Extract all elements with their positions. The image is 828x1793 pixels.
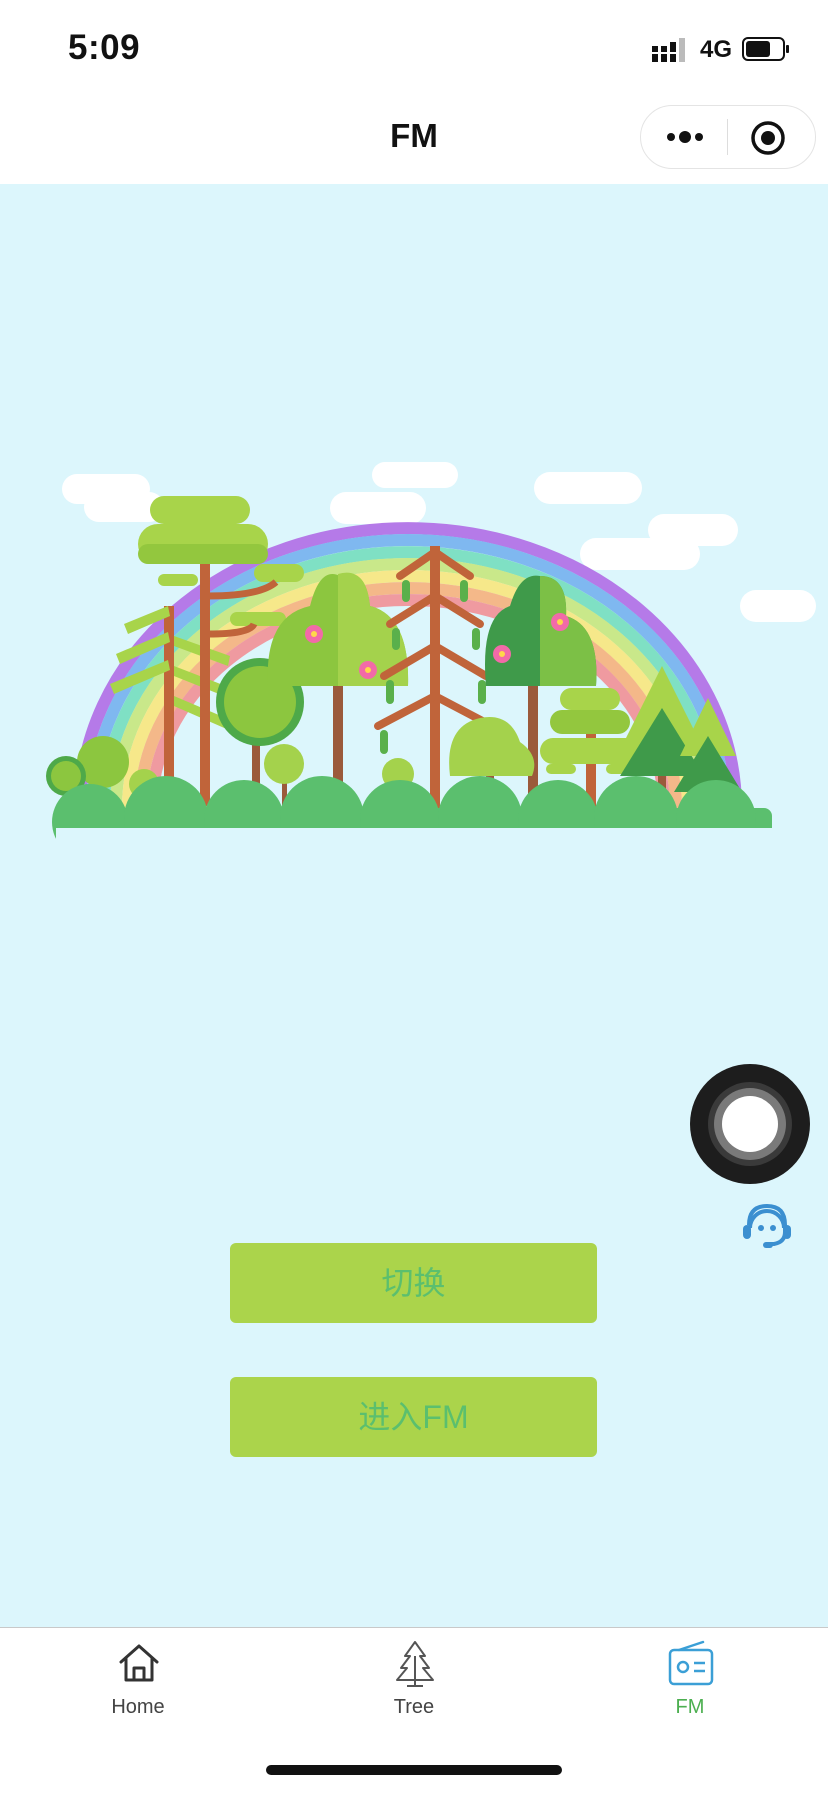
network-type: 4G: [700, 36, 733, 63]
more-dots-icon[interactable]: [663, 121, 707, 153]
home-indicator: [266, 1765, 562, 1775]
tree-icon: [396, 1641, 434, 1687]
rainbow-forest-illustration: [46, 462, 816, 876]
mini-program-capsule: [640, 105, 816, 169]
tab-tree[interactable]: Tree: [276, 1628, 552, 1728]
customer-service-icon[interactable]: [738, 1198, 796, 1256]
enter-fm-button[interactable]: 进入FM: [230, 1377, 597, 1457]
navigation-bar: FM: [0, 95, 828, 184]
tab-home-label: Home: [111, 1696, 165, 1718]
status-bar: 5:09 4G: [0, 0, 828, 95]
capsule-divider: [727, 119, 728, 155]
record-disc-icon[interactable]: [690, 1064, 810, 1184]
tab-fm[interactable]: FM: [552, 1628, 828, 1728]
home-icon: [119, 1644, 159, 1682]
radio-icon: [668, 1640, 714, 1686]
tab-home[interactable]: Home: [0, 1628, 276, 1728]
status-time: 5:09: [68, 28, 141, 67]
switch-button[interactable]: 切换: [230, 1243, 597, 1323]
tab-tree-label: Tree: [393, 1696, 435, 1718]
tab-fm-label: FM: [675, 1696, 705, 1718]
target-circle-icon[interactable]: [749, 119, 787, 157]
battery-icon: [742, 37, 789, 61]
main-content: 切换 进入FM: [0, 184, 828, 1627]
signal-bars-icon: [652, 38, 685, 62]
